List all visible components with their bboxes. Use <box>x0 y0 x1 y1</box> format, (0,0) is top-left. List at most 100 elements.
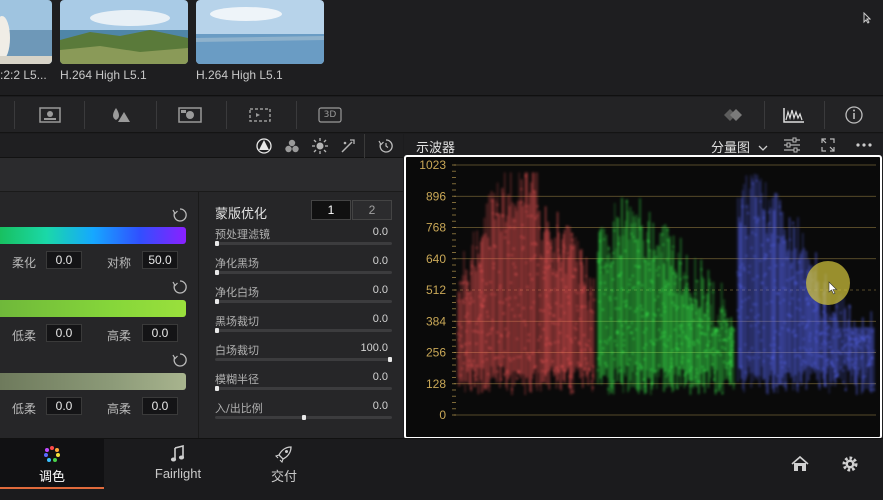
page-tab-fairlight[interactable]: Fairlight <box>126 439 230 489</box>
3d-qualifier-icon[interactable] <box>336 134 360 158</box>
matte-slider-handle[interactable] <box>215 270 219 275</box>
matte-slider-track[interactable] <box>215 242 392 245</box>
hsl-qualifier-icon[interactable] <box>252 134 276 158</box>
sat-high-soft-field[interactable]: 0.0 <box>142 324 178 342</box>
scope-trace-point <box>663 331 666 334</box>
sat-low-soft-field[interactable]: 0.0 <box>46 324 82 342</box>
scope-mode-dropdown[interactable]: 分量图 <box>711 137 768 156</box>
luma-qualifier-icon[interactable] <box>308 134 332 158</box>
scope-tick-label: 384 <box>426 314 446 328</box>
matte-slider-track[interactable] <box>215 358 392 361</box>
hue-symmetry-field[interactable]: 50.0 <box>142 251 178 269</box>
scope-trace-point <box>625 304 628 306</box>
scope-trace-point <box>829 318 831 320</box>
matte-slider-value[interactable]: 0.0 <box>373 284 388 296</box>
scope-trace-point <box>603 281 606 284</box>
matte-slider-value[interactable]: 100.0 <box>360 342 388 354</box>
matte-slider-value[interactable]: 0.0 <box>373 313 388 325</box>
scope-trace-point <box>732 383 735 386</box>
scope-trace-point <box>635 362 638 364</box>
matte-slider-handle[interactable] <box>301 415 306 420</box>
reset-saturation-icon[interactable] <box>172 279 188 295</box>
page-tab-deliver[interactable]: 交付 <box>232 439 336 489</box>
scope-trace-point <box>870 384 873 387</box>
scope-trace-point <box>558 257 561 260</box>
scope-trace-point <box>612 252 615 255</box>
scope-settings-icon[interactable] <box>782 136 802 157</box>
lum-low-soft-field[interactable]: 0.0 <box>46 397 82 415</box>
scopes-icon[interactable] <box>772 101 816 129</box>
matte-slider-track[interactable] <box>215 329 392 332</box>
clip-thumbnail-2[interactable] <box>60 0 188 64</box>
color-picker-icon[interactable] <box>98 101 142 129</box>
scope-trace-point <box>600 258 603 261</box>
clip-thumbnail-3[interactable] <box>196 0 324 64</box>
scope-trace-point <box>576 292 579 295</box>
rgb-qualifier-icon[interactable] <box>280 134 304 158</box>
node-graph-icon[interactable] <box>168 101 212 129</box>
matte-slider-row[interactable]: 净化白场 0.0 <box>215 284 392 308</box>
scope-trace-point <box>752 278 755 281</box>
scope-trace-point <box>842 369 845 372</box>
matte-slider-track[interactable] <box>215 387 392 390</box>
scope-trace-point <box>869 388 872 391</box>
scope-trace-point <box>461 282 464 285</box>
scope-trace-point <box>503 351 506 354</box>
3d-icon[interactable]: 3D <box>308 101 352 129</box>
matte-slider-row[interactable]: 净化黑场 0.0 <box>215 255 392 279</box>
matte-slider-row[interactable]: 黑场裁切 0.0 <box>215 313 392 337</box>
scope-trace-point <box>851 332 854 335</box>
reset-all-icon[interactable] <box>374 134 398 158</box>
luminance-range-bar[interactable] <box>0 373 186 390</box>
scope-trace-point <box>719 385 721 387</box>
matte-slider-handle[interactable] <box>215 299 219 304</box>
saturation-range-bar[interactable] <box>0 300 186 317</box>
scope-trace-point <box>641 308 643 311</box>
matte-slider-track[interactable] <box>215 271 392 274</box>
rocket-icon <box>232 445 336 463</box>
scope-trace-point <box>825 342 828 345</box>
scope-trace-point <box>683 304 685 307</box>
scope-trace-point <box>741 205 744 208</box>
scope-trace-point <box>554 322 556 325</box>
scope-trace-point <box>681 367 684 369</box>
matte-slider-row[interactable]: 白场裁切 100.0 <box>215 342 392 366</box>
toolbar-divider <box>824 101 825 129</box>
home-icon[interactable] <box>790 455 810 476</box>
matte-slider-row[interactable]: 预处理滤镜 0.0 <box>215 226 392 250</box>
gear-icon[interactable] <box>840 454 860 477</box>
matte-slider-row[interactable]: 模糊半径 0.0 <box>215 371 392 395</box>
matte-slider-row[interactable]: 入/出比例 0.0 <box>215 400 392 424</box>
more-options-icon[interactable] <box>854 137 874 156</box>
info-icon[interactable] <box>832 101 876 129</box>
matte-slider-value[interactable]: 0.0 <box>373 371 388 383</box>
matte-slider-handle[interactable] <box>388 357 392 362</box>
matte-slider-handle[interactable] <box>215 386 219 391</box>
expand-icon[interactable] <box>820 137 836 156</box>
viewer-icon[interactable] <box>28 101 72 129</box>
scope-trace-point <box>759 200 762 203</box>
lum-high-soft-field[interactable]: 0.0 <box>142 397 178 415</box>
hue-range-bar[interactable] <box>0 227 186 244</box>
scope-trace-point <box>861 355 864 358</box>
reset-luminance-icon[interactable] <box>172 352 188 368</box>
clip-thumbnail-1[interactable] <box>0 0 52 64</box>
effects-icon[interactable] <box>712 101 756 129</box>
matte-slider-value[interactable]: 0.0 <box>373 226 388 238</box>
matte-slider-handle[interactable] <box>215 241 219 246</box>
matte-slider-track[interactable] <box>215 300 392 303</box>
scope-trace-point <box>520 235 523 238</box>
scope-trace-point <box>519 293 521 295</box>
matte-slider-value[interactable]: 0.0 <box>373 400 388 412</box>
scope-trace-point <box>713 378 715 381</box>
matte-tab-1[interactable]: 1 <box>311 200 351 220</box>
cycle-icon[interactable] <box>238 101 282 129</box>
page-tab-color[interactable]: 调色 <box>0 439 104 489</box>
matte-slider-value[interactable]: 0.0 <box>373 255 388 267</box>
matte-slider-handle[interactable] <box>215 328 219 333</box>
qualifier-mode-tabs <box>0 134 403 158</box>
hue-soft-field[interactable]: 0.0 <box>46 251 82 269</box>
reset-hue-icon[interactable] <box>172 207 188 223</box>
matte-tab-2[interactable]: 2 <box>352 200 392 220</box>
scope-trace-point <box>726 362 729 365</box>
